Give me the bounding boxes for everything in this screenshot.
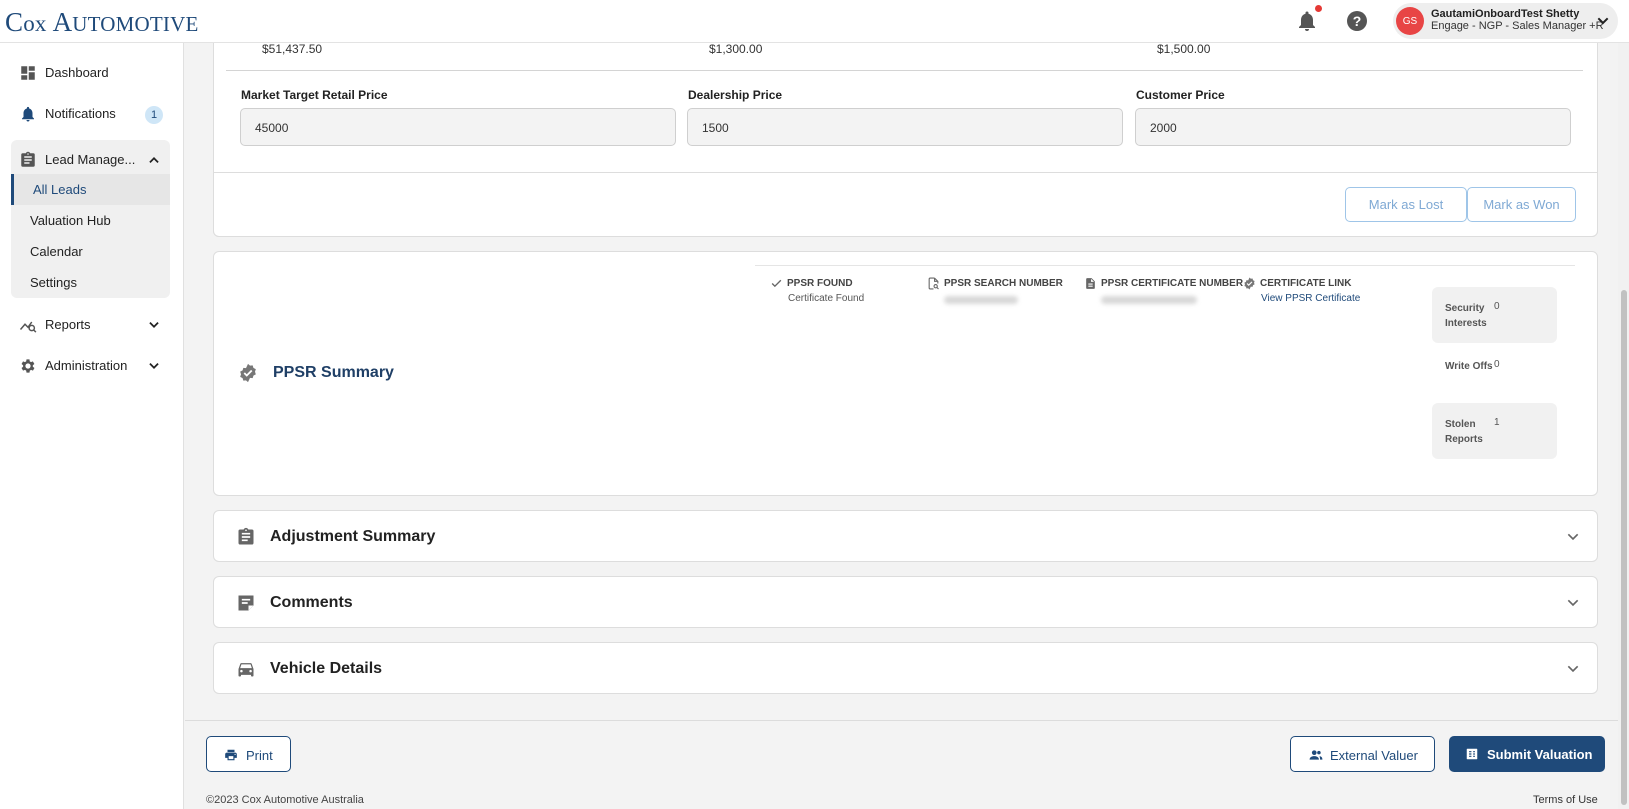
bell-icon: [22, 106, 34, 122]
price-value: $51,437.50: [262, 42, 323, 56]
mark-as-won-button[interactable]: Mark as Won: [1467, 187, 1576, 222]
printer-icon: [225, 749, 237, 761]
avatar: GS: [1396, 7, 1424, 35]
ppsr-found-label: PPSR FOUND: [771, 278, 853, 289]
chevron-down-icon: [1567, 599, 1579, 607]
ppsr-search-number-label: PPSR SEARCH NUMBER: [928, 277, 1063, 290]
sidebar-item-dashboard[interactable]: Dashboard: [11, 53, 170, 93]
verified-badge-icon: [240, 363, 256, 383]
divider: [185, 720, 1629, 721]
market-target-retail-price-input[interactable]: 45000: [240, 108, 676, 146]
stolen-reports-stat: Stolen Reports 1: [1432, 403, 1557, 459]
chevron-down-icon: [1597, 17, 1609, 25]
certificate-link-label: CERTIFICATE LINK: [1244, 277, 1351, 290]
valuation-form-icon: [1466, 748, 1478, 760]
divider: [755, 265, 1575, 266]
clipboard-icon: [21, 151, 35, 167]
ppsr-certificate-number-value: [1101, 296, 1197, 304]
adjustment-summary-section[interactable]: Adjustment Summary: [213, 510, 1598, 562]
chevron-down-icon: [1567, 665, 1579, 673]
gear-icon: [21, 359, 35, 373]
user-menu[interactable]: GS GautamiOnboardTest Shetty Engage - NG…: [1393, 3, 1618, 39]
terms-of-use-link[interactable]: Terms of Use: [1533, 794, 1598, 806]
ppsr-summary-title: PPSR Summary: [273, 364, 394, 381]
sidebar-item-calendar[interactable]: Calendar: [11, 236, 170, 267]
dealership-price-input[interactable]: 1500: [687, 108, 1123, 146]
print-button[interactable]: Print: [206, 736, 291, 772]
sidebar-item-reports[interactable]: Reports: [11, 305, 170, 345]
verified-badge-icon: [1244, 277, 1255, 290]
view-ppsr-certificate-link[interactable]: View PPSR Certificate: [1261, 293, 1360, 304]
svg-text:?: ?: [1353, 13, 1362, 29]
ppsr-search-number-value: [944, 296, 1018, 304]
user-name: GautamiOnboardTest Shetty: [1431, 8, 1580, 20]
notifications-badge: 1: [145, 106, 163, 124]
search-document-icon: [928, 277, 939, 290]
lead-management-group: Lead Manage... All Leads Valuation Hub C…: [11, 140, 170, 298]
top-header: Cox Automotive ? GS GautamiOnboardTest S…: [0, 0, 1629, 43]
bell-icon[interactable]: [1295, 9, 1319, 33]
notification-dot: [1315, 5, 1322, 12]
copyright-text: ©2023 Cox Automotive Australia: [206, 794, 364, 806]
sidebar-item-settings[interactable]: Settings: [11, 267, 170, 298]
chevron-up-icon: [149, 157, 159, 163]
reports-icon: [19, 321, 37, 333]
vehicle-details-section[interactable]: Vehicle Details: [213, 642, 1598, 694]
chevron-down-icon: [149, 322, 159, 328]
external-valuer-button[interactable]: External Valuer: [1290, 736, 1435, 772]
mark-as-lost-button[interactable]: Mark as Lost: [1345, 187, 1467, 222]
price-value: $1,300.00: [709, 42, 763, 56]
user-role: Engage - NGP - Sales Manager +R: [1431, 20, 1604, 32]
clipboard-icon: [238, 527, 254, 545]
market-target-retail-price-label: Market Target Retail Price: [241, 88, 388, 102]
sidebar-item-valuation-hub[interactable]: Valuation Hub: [11, 205, 170, 236]
ppsr-certificate-number-label: PPSR CERTIFICATE NUMBER: [1086, 278, 1243, 289]
security-interests-stat: Security Interests 0: [1432, 287, 1557, 343]
dashboard-icon: [21, 66, 35, 80]
scrollbar-thumb[interactable]: [1621, 290, 1627, 805]
document-icon: [1086, 278, 1095, 289]
price-value: $1,500.00: [1157, 42, 1211, 56]
car-icon: [238, 663, 254, 677]
customer-price-input[interactable]: 2000: [1135, 108, 1571, 146]
comment-icon: [238, 595, 254, 611]
sidebar: Dashboard Notifications 1 Lead Manage...…: [0, 43, 184, 809]
chevron-down-icon: [149, 363, 159, 369]
dealership-price-label: Dealership Price: [688, 88, 783, 102]
ppsr-found-value: Certificate Found: [788, 293, 865, 304]
chevron-down-icon: [1567, 533, 1579, 541]
sidebar-item-administration[interactable]: Administration: [11, 346, 170, 386]
check-icon: [771, 279, 782, 288]
customer-price-label: Customer Price: [1136, 88, 1225, 102]
sidebar-item-notifications[interactable]: Notifications 1: [11, 94, 170, 134]
people-icon: [1309, 750, 1323, 760]
sidebar-item-all-leads[interactable]: All Leads: [11, 174, 170, 205]
help-icon[interactable]: ?: [1345, 9, 1369, 33]
cox-automotive-logo[interactable]: Cox Automotive: [5, 7, 199, 38]
write-offs-stat: Write Offs 0: [1445, 359, 1500, 372]
divider: [226, 70, 1583, 71]
submit-valuation-button[interactable]: Submit Valuation: [1449, 736, 1605, 772]
comments-section[interactable]: Comments: [213, 576, 1598, 628]
ppsr-summary-card: [213, 251, 1598, 496]
